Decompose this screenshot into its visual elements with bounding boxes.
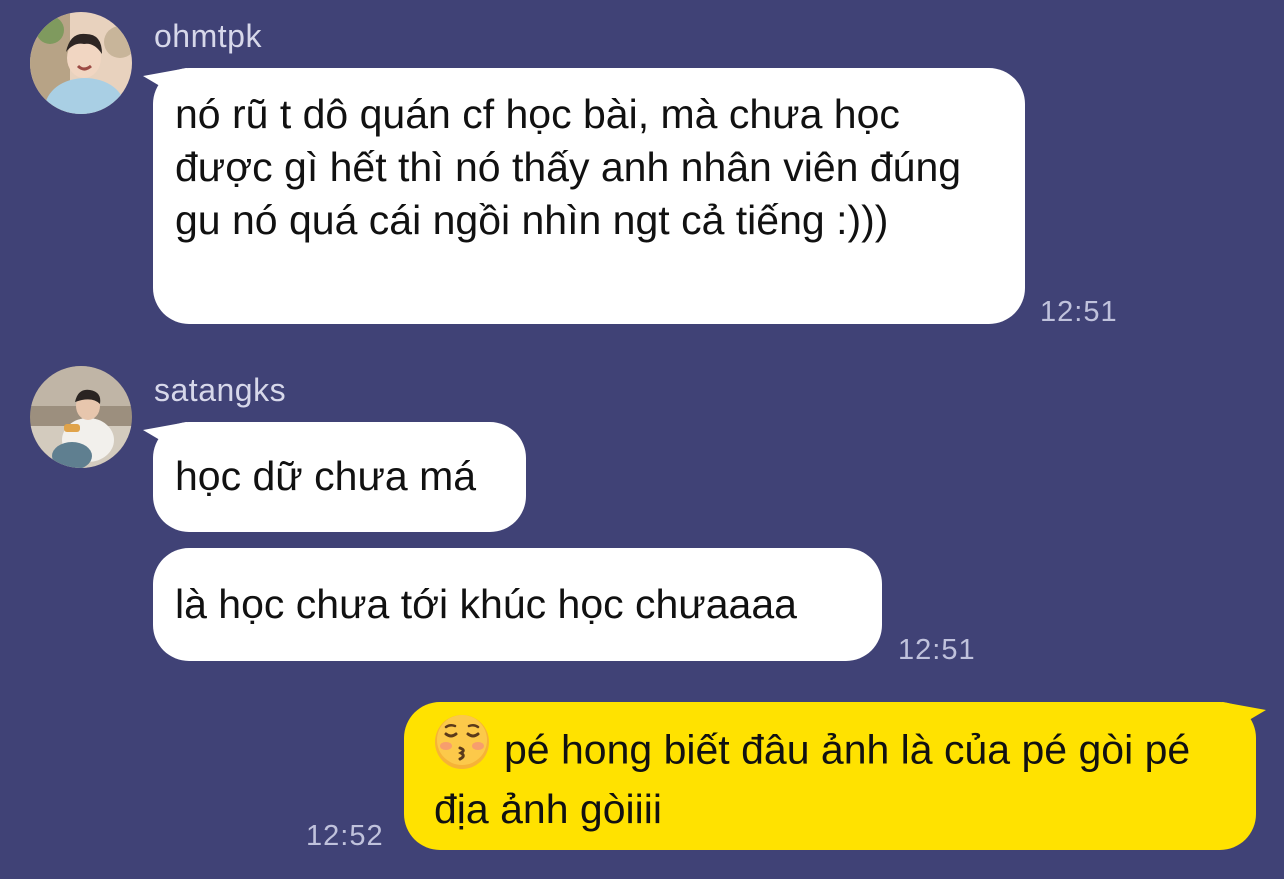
message-bubble[interactable]: học dữ chưa má [153, 422, 526, 532]
message-text: nó rũ t dô quán cf học bài, mà chưa học … [175, 91, 962, 243]
sender-name: satangks [154, 372, 287, 408]
message-bubble[interactable]: nó rũ t dô quán cf học bài, mà chưa học … [153, 68, 1025, 324]
message-timestamp: 12:51 [898, 634, 976, 666]
avatar-ohmtpk[interactable] [30, 12, 132, 114]
avatar-satangks[interactable] [30, 366, 132, 468]
kissing-face-icon [434, 714, 490, 783]
message-text: học dữ chưa má [175, 453, 477, 499]
message-timestamp: 12:51 [1040, 296, 1118, 328]
message-text: pé hong biết đâu ảnh là của pé gòi pé đị… [434, 726, 1191, 832]
message-text: là học chưa tới khúc học chưaaaa [175, 581, 797, 627]
sender-name: ohmtpk [154, 18, 262, 54]
message-timestamp: 12:52 [306, 820, 384, 852]
message-bubble[interactable]: là học chưa tới khúc học chưaaaa [153, 548, 882, 661]
message-bubble-outgoing[interactable]: pé hong biết đâu ảnh là của pé gòi pé đị… [404, 702, 1256, 850]
